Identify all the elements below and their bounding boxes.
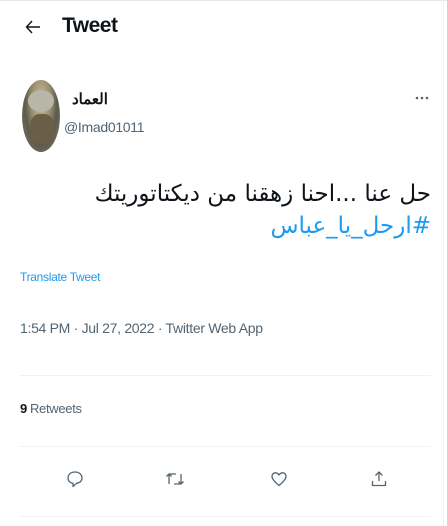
avatar[interactable] — [22, 80, 60, 152]
hashtag-link[interactable]: #ارحل_يا_عباس — [31, 210, 431, 242]
divider — [20, 375, 431, 376]
divider — [20, 516, 431, 517]
tweet-timestamp[interactable]: 1:54 PM · Jul 27, 2022 · Twitter Web App — [20, 320, 263, 336]
share-icon[interactable] — [366, 466, 392, 492]
retweet-icon[interactable] — [162, 466, 188, 492]
tweet-body: حل عنا ...احنا زهقنا من ديكتاتوريتك — [94, 181, 431, 207]
reply-icon[interactable] — [62, 466, 88, 492]
action-bar — [20, 460, 431, 500]
retweets-stat[interactable]: 9 Retweets — [20, 401, 82, 416]
user-handle[interactable]: @Imad01011 — [64, 119, 145, 135]
tweet-text: حل عنا ...احنا زهقنا من ديكتاتوريتك #ارح… — [31, 178, 431, 242]
more-horizontal-icon[interactable] — [412, 90, 432, 106]
header: Tweet — [0, 0, 447, 56]
divider — [20, 446, 431, 447]
translate-tweet-link[interactable]: Translate Tweet — [20, 270, 101, 284]
right-border — [443, 0, 444, 526]
heart-icon[interactable] — [266, 466, 292, 492]
page-title: Tweet — [62, 14, 118, 37]
arrow-left-icon[interactable] — [22, 16, 44, 38]
avatar-detail-lower — [30, 114, 54, 144]
avatar-detail — [28, 90, 54, 112]
retweets-count: 9 — [20, 401, 27, 416]
retweets-label: Retweets — [29, 401, 82, 416]
display-name[interactable]: العماد — [72, 90, 108, 108]
